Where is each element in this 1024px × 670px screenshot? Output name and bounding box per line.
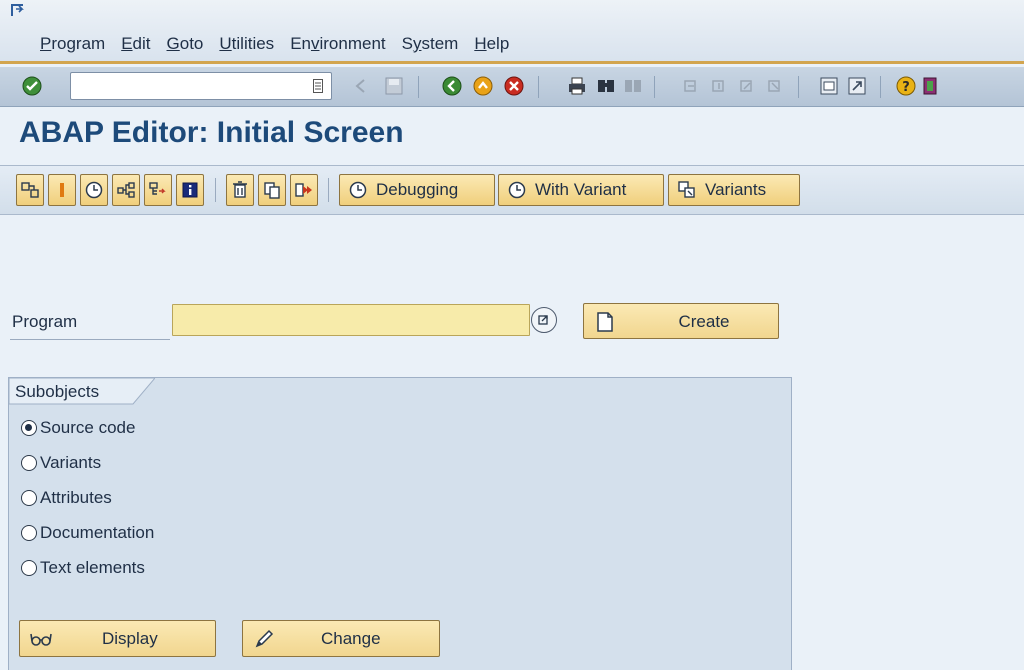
subobjects-tab: Subobjects bbox=[9, 378, 155, 405]
menu-environment[interactable]: Environment bbox=[290, 34, 385, 54]
radio-variants-icon[interactable] bbox=[21, 455, 37, 471]
menu-edit[interactable]: Edit bbox=[121, 34, 150, 54]
menu-items: Program Edit Goto Utilities Environment … bbox=[40, 34, 525, 54]
page-title: ABAP Editor: Initial Screen bbox=[19, 116, 404, 149]
shortcut-icon[interactable] bbox=[846, 75, 868, 97]
save-icon[interactable] bbox=[383, 75, 405, 97]
toolbar-separator bbox=[798, 76, 799, 98]
radio-text-elements-label: Text elements bbox=[40, 558, 145, 577]
with-variant-button[interactable]: With Variant bbox=[498, 174, 664, 206]
check-button[interactable] bbox=[48, 174, 76, 206]
next-page-icon[interactable] bbox=[736, 75, 758, 97]
enter-icon[interactable] bbox=[21, 75, 43, 97]
toolbar-separator bbox=[418, 76, 419, 98]
change-label: Change bbox=[321, 629, 381, 648]
rename-button[interactable] bbox=[290, 174, 318, 206]
radio-text-elements[interactable]: Text elements bbox=[21, 556, 145, 580]
other-object-button[interactable] bbox=[16, 174, 44, 206]
debugging-label: Debugging bbox=[376, 180, 459, 199]
search-help-button[interactable] bbox=[531, 307, 557, 333]
with-variant-clock-icon bbox=[508, 181, 526, 199]
delete-button[interactable] bbox=[226, 174, 254, 206]
search-help-icon bbox=[538, 315, 548, 325]
subobjects-title: Subobjects bbox=[15, 382, 100, 401]
radio-documentation-icon[interactable] bbox=[21, 525, 37, 541]
copy-icon bbox=[264, 182, 280, 199]
execute-button[interactable] bbox=[80, 174, 108, 206]
other-object-icon bbox=[21, 182, 39, 198]
radio-documentation-label: Documentation bbox=[40, 523, 155, 542]
radio-attributes-label: Attributes bbox=[40, 488, 112, 507]
rename-icon bbox=[295, 183, 312, 197]
object-list-icon bbox=[149, 182, 166, 195]
menu-system[interactable]: System bbox=[402, 34, 459, 54]
radio-source-code-icon[interactable] bbox=[21, 420, 37, 436]
last-page-icon[interactable] bbox=[764, 75, 786, 97]
program-label: Program bbox=[12, 312, 78, 331]
toolbar-separator bbox=[880, 76, 881, 98]
copy-button[interactable] bbox=[258, 174, 286, 206]
create-button[interactable]: Create bbox=[583, 303, 779, 339]
exit-icon[interactable] bbox=[472, 75, 494, 97]
create-label: Create bbox=[678, 312, 730, 331]
print-icon[interactable] bbox=[566, 75, 588, 97]
check-icon bbox=[60, 183, 64, 197]
radio-text-elements-icon[interactable] bbox=[21, 560, 37, 576]
toolbar-separator bbox=[328, 178, 329, 202]
command-history-icon[interactable] bbox=[313, 79, 323, 93]
variants-icon bbox=[678, 181, 695, 198]
previous-page-icon[interactable] bbox=[708, 75, 730, 97]
execute-clock-icon bbox=[85, 181, 103, 199]
radio-source-code-label: Source code bbox=[40, 418, 136, 437]
menu-marker-icon[interactable] bbox=[10, 3, 26, 17]
find-icon[interactable] bbox=[595, 75, 617, 97]
back-arrow-icon[interactable] bbox=[350, 75, 372, 97]
change-button[interactable]: Change bbox=[242, 620, 440, 657]
display-glasses-icon bbox=[30, 633, 52, 646]
debugging-clock-icon bbox=[349, 181, 367, 199]
radio-attributes[interactable]: Attributes bbox=[21, 486, 112, 510]
find-next-icon[interactable] bbox=[622, 75, 644, 97]
display-label: Display bbox=[102, 629, 158, 648]
display-button[interactable]: Display bbox=[19, 620, 216, 657]
toolbar-separator bbox=[538, 76, 539, 98]
menu-program[interactable]: Program bbox=[40, 34, 105, 54]
information-button[interactable] bbox=[176, 174, 204, 206]
cancel-icon[interactable] bbox=[503, 75, 525, 97]
back-icon[interactable] bbox=[441, 75, 463, 97]
variants-label: Variants bbox=[705, 180, 767, 199]
radio-variants-label: Variants bbox=[40, 453, 102, 472]
with-variant-label: With Variant bbox=[535, 180, 627, 199]
info-icon bbox=[182, 182, 198, 198]
system-toolbar: ? bbox=[0, 67, 1024, 107]
where-used-icon bbox=[117, 182, 135, 198]
menu-goto[interactable]: Goto bbox=[167, 34, 204, 54]
toolbar-separator bbox=[215, 178, 216, 202]
svg-text:?: ? bbox=[902, 80, 910, 95]
where-used-button[interactable] bbox=[112, 174, 140, 206]
program-input[interactable] bbox=[172, 304, 530, 336]
menu-utilities[interactable]: Utilities bbox=[219, 34, 274, 54]
application-toolbar: Debugging With Variant Variants bbox=[0, 165, 1024, 215]
radio-variants[interactable]: Variants bbox=[21, 451, 101, 475]
radio-documentation[interactable]: Documentation bbox=[21, 521, 154, 545]
menu-help[interactable]: Help bbox=[474, 34, 509, 54]
new-session-icon[interactable] bbox=[818, 75, 840, 97]
toolbar-separator bbox=[654, 76, 655, 98]
radio-attributes-icon[interactable] bbox=[21, 490, 37, 506]
first-page-icon[interactable] bbox=[680, 75, 702, 97]
debugging-button[interactable]: Debugging bbox=[339, 174, 495, 206]
display-object-list-button[interactable] bbox=[144, 174, 172, 206]
menu-bar: Program Edit Goto Utilities Environment … bbox=[0, 0, 1024, 64]
help-icon[interactable]: ? bbox=[895, 75, 917, 97]
layout-menu-icon[interactable] bbox=[923, 75, 937, 97]
radio-source-code[interactable]: Source code bbox=[21, 416, 135, 440]
program-label-underline bbox=[10, 339, 170, 340]
change-pencil-icon bbox=[255, 629, 274, 648]
variants-button[interactable]: Variants bbox=[668, 174, 800, 206]
command-field[interactable] bbox=[70, 72, 332, 100]
trash-icon bbox=[233, 181, 247, 198]
